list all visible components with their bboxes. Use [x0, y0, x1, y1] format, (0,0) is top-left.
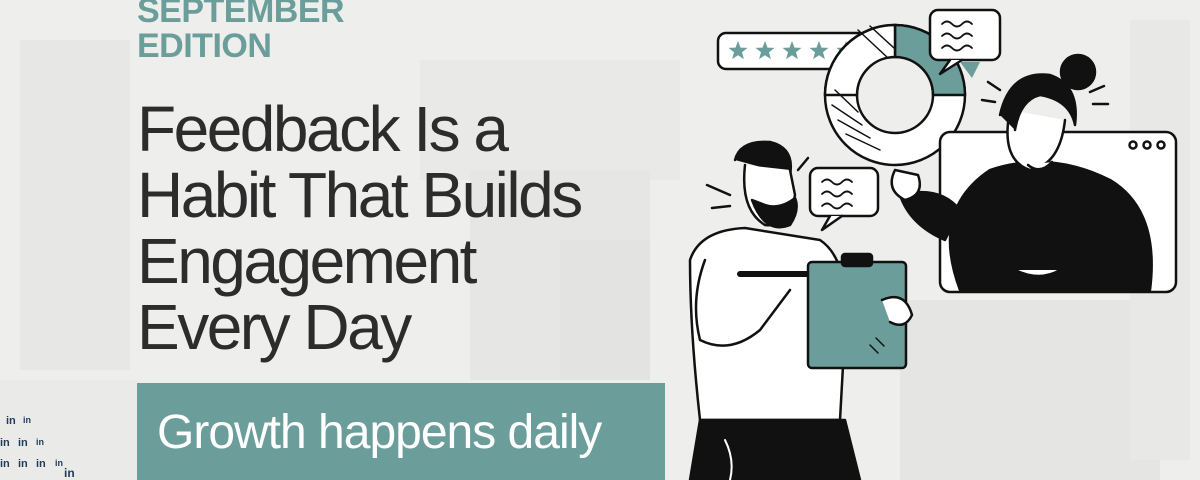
linkedin-mark: in — [18, 458, 28, 470]
clipboard-icon — [806, 252, 914, 370]
edition-month: SEPTEMBER — [137, 0, 345, 30]
page-title: Feedback Is a Habit That Builds Engageme… — [137, 93, 583, 363]
headline-line-3: Engagement — [137, 225, 477, 297]
linkedin-mark: in — [0, 458, 10, 470]
feedback-illustration — [688, 8, 1178, 480]
linkedin-mark: in — [36, 458, 46, 470]
linkedin-mark: in — [55, 458, 63, 468]
linkedin-mark: in — [64, 466, 75, 480]
speech-bubble-icon — [808, 166, 880, 232]
linkedin-mark: in — [36, 437, 44, 447]
linkedin-mark: in — [18, 437, 28, 449]
headline-line-1: Feedback Is a — [137, 93, 509, 165]
linkedin-mark: in — [23, 415, 31, 425]
tagline-banner: Growth happens daily — [137, 383, 665, 480]
edition-label: SEPTEMBER EDITION — [137, 0, 345, 65]
linkedin-mark: in — [0, 437, 10, 449]
headline-line-4: Every Day — [137, 291, 412, 363]
headline-line-2: Habit That Builds — [137, 159, 583, 231]
edition-word: EDITION — [137, 27, 272, 65]
tagline-text: Growth happens daily — [157, 406, 602, 459]
linkedin-mark: in — [6, 415, 16, 427]
linkedin-icon: in in in in in in in in in in — [0, 410, 90, 480]
